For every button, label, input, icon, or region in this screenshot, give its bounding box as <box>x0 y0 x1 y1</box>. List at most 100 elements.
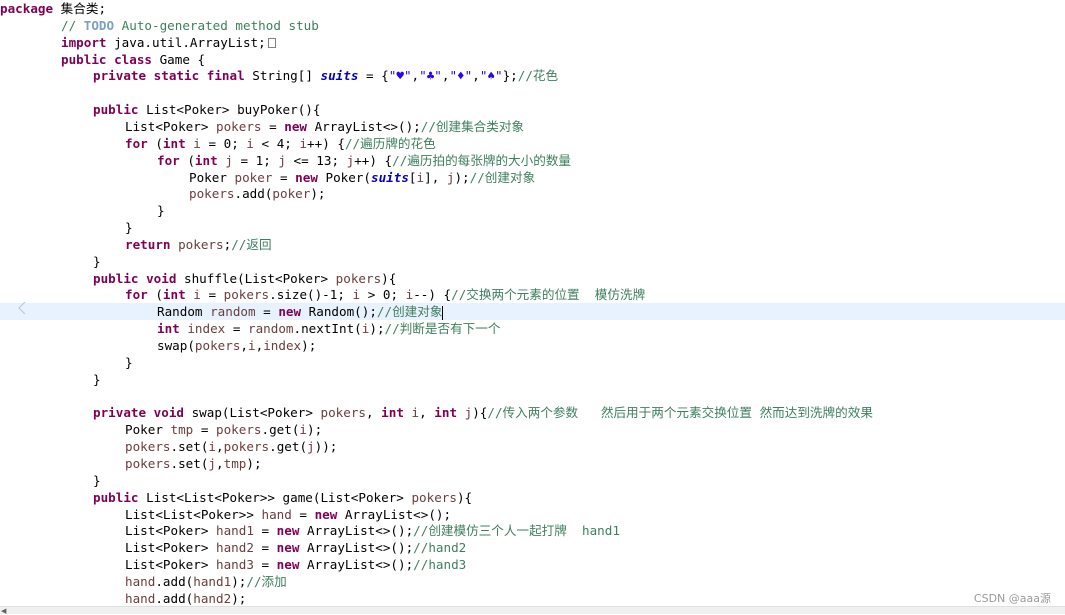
code-token: ( <box>147 287 163 303</box>
folded-imports-icon[interactable] <box>267 38 276 49</box>
code-token: , <box>216 439 224 455</box>
code-token: swap( <box>157 338 195 353</box>
code-token: //遍历拍的每张牌的大小的数量 <box>392 152 572 168</box>
code-token: //hand2 <box>413 540 467 556</box>
code-line[interactable]: List<Poker> hand1 = new ArrayList<>();//… <box>0 522 1065 539</box>
code-token: new <box>314 506 338 522</box>
code-token: <= 13; <box>285 152 347 168</box>
code-line[interactable]: return pokers;//返回 <box>0 236 1065 253</box>
code-token: .set( <box>170 439 209 455</box>
code-line[interactable] <box>0 388 1065 405</box>
code-line[interactable]: public List<Poker> buyPoker(){ <box>0 101 1065 118</box>
code-token: j <box>208 455 217 471</box>
code-token: } <box>93 472 101 488</box>
code-token: = <box>253 540 277 556</box>
code-token: = <box>291 506 315 522</box>
code-line[interactable]: } <box>0 371 1065 388</box>
code-line[interactable]: private static final String[] suits = {"… <box>0 67 1065 84</box>
code-token: , <box>216 455 224 471</box>
code-line[interactable]: Random random = new Random();//创建对象 <box>0 303 1065 321</box>
code-token: //创建模仿三个人一起打牌 hand1 <box>413 523 620 539</box>
code-line[interactable]: public void shuffle(List<Poker> pokers){ <box>0 270 1065 287</box>
code-token: < 4; <box>253 135 300 151</box>
code-token: pokers <box>125 439 171 455</box>
code-token: hand2 <box>193 590 232 606</box>
code-token: Random(); <box>301 304 377 320</box>
code-line[interactable]: import java.util.ArrayList; <box>0 34 1065 51</box>
code-line[interactable]: } <box>0 472 1065 489</box>
code-token: index <box>263 338 302 353</box>
code-token: new <box>278 304 302 320</box>
code-line[interactable]: } <box>0 354 1065 371</box>
code-token: = <box>261 118 285 134</box>
code-token: ArrayList<>(); <box>307 118 421 134</box>
code-token: void <box>146 270 177 286</box>
code-line[interactable]: List<Poker> hand2 = new ArrayList<>();//… <box>0 539 1065 556</box>
code-token: ); <box>231 590 247 606</box>
code-token: } <box>93 371 101 387</box>
code-token: } <box>93 253 101 269</box>
code-line[interactable]: swap(pokers,i,index); <box>0 337 1065 354</box>
code-line[interactable]: int index = random.nextInt(i);//判断是否有下一个 <box>0 320 1065 337</box>
code-line[interactable]: } <box>0 202 1065 219</box>
code-line[interactable] <box>0 84 1065 101</box>
code-line[interactable]: Poker tmp = pokers.get(i); <box>0 421 1065 438</box>
code-line[interactable]: public List<List<Poker>> game(List<Poker… <box>0 489 1065 506</box>
code-token: hand <box>125 590 156 606</box>
code-token: //遍历牌的花色 <box>344 135 436 151</box>
text-caret <box>442 305 444 320</box>
code-line[interactable]: Poker poker = new Poker(suits[i], j);//创… <box>0 169 1065 186</box>
current-line-marker-icon <box>18 301 26 315</box>
code-line[interactable]: hand.add(hand2); <box>0 590 1065 607</box>
code-token: //交换两个元素的位置 模仿洗牌 <box>451 287 646 303</box>
code-token: Random <box>157 304 211 320</box>
code-token: pokers <box>216 118 262 134</box>
code-token: [ <box>408 169 417 185</box>
code-token: //传入两个参数 然后用于两个元素交换位置 然而达到洗牌的效果 <box>487 405 873 421</box>
code-line[interactable]: } <box>0 253 1065 270</box>
code-line[interactable]: private void swap(List<Poker> pokers, in… <box>0 404 1065 421</box>
code-line[interactable]: for (int i = 0; i < 4; i++) {//遍历牌的花色 <box>0 135 1065 152</box>
code-line[interactable]: pokers.set(i,pokers.get(j)); <box>0 438 1065 455</box>
code-token: i <box>416 169 425 185</box>
code-token: ); <box>246 455 262 471</box>
code-token: "♦" <box>449 68 473 84</box>
code-line[interactable]: List<Poker> pokers = new ArrayList<>();/… <box>0 118 1065 135</box>
code-token: = { <box>358 68 389 84</box>
code-token: final <box>206 68 245 84</box>
code-line[interactable]: for (int j = 1; j <= 13; j++) {//遍历拍的每张牌… <box>0 152 1065 169</box>
code-line[interactable]: List<List<Poker>> hand = new ArrayList<>… <box>0 506 1065 523</box>
code-token: index <box>187 321 226 337</box>
code-line[interactable]: hand.add(hand1);//添加 <box>0 573 1065 590</box>
code-token: i <box>193 287 201 303</box>
code-line[interactable]: pokers.add(poker); <box>0 185 1065 202</box>
code-line[interactable]: pokers.set(j,tmp); <box>0 455 1065 472</box>
code-token: List<List<Poker>> game(List<Poker> <box>138 489 412 505</box>
code-token: } <box>125 354 133 370</box>
code-line[interactable]: } <box>0 219 1065 236</box>
code-line[interactable]: package 集合类; <box>0 0 1065 17</box>
code-token: package <box>0 1 54 16</box>
code-token: List<List<Poker>> <box>125 506 262 522</box>
code-token: pokers <box>125 455 171 471</box>
horizontal-scrollbar[interactable]: ◀ <box>0 606 1065 615</box>
code-token: }; <box>502 68 518 84</box>
code-token: swap(List<Poker> <box>184 405 321 421</box>
code-token: int <box>434 405 458 421</box>
code-token: ArrayList<>(); <box>299 540 414 556</box>
code-line[interactable]: for (int i = pokers.size()-1; i > 0; i--… <box>0 286 1065 303</box>
code-token: i <box>352 287 361 303</box>
code-token: ); <box>310 186 326 202</box>
code-line[interactable]: // TODO Auto-generated method stub <box>0 17 1065 34</box>
code-token: hand2 <box>216 540 254 556</box>
code-line[interactable]: List<Poker> hand3 = new ArrayList<>();//… <box>0 556 1065 573</box>
code-editor[interactable]: package 集合类;// TODO Auto-generated metho… <box>0 0 1065 606</box>
code-token: .add( <box>234 186 273 202</box>
code-token: Auto-generated method stub <box>114 17 319 33</box>
code-token: ], <box>424 169 447 185</box>
code-token: i <box>411 405 420 421</box>
code-token: "♠" <box>479 68 503 84</box>
code-line[interactable]: public class Game { <box>0 51 1065 68</box>
